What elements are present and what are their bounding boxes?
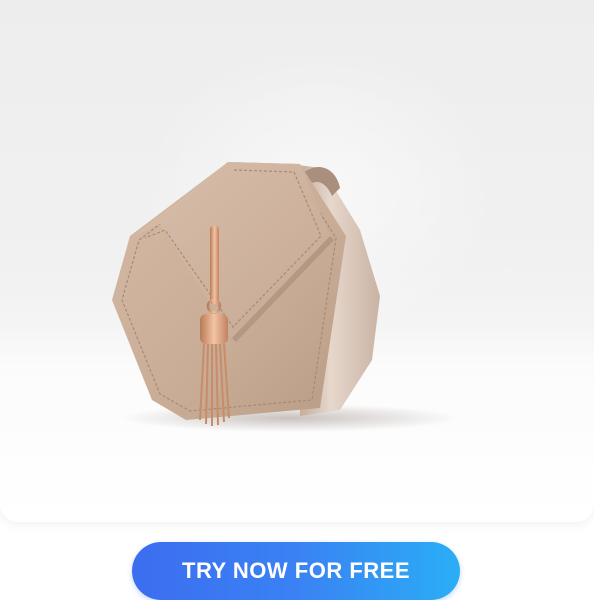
try-now-button[interactable]: TRY NOW FOR FREE xyxy=(132,542,460,600)
tassel-bar xyxy=(210,226,219,304)
tassel-cap xyxy=(200,314,228,344)
product-card xyxy=(0,0,594,522)
page: TRY NOW FOR FREE xyxy=(0,0,594,600)
product-image xyxy=(112,162,460,432)
